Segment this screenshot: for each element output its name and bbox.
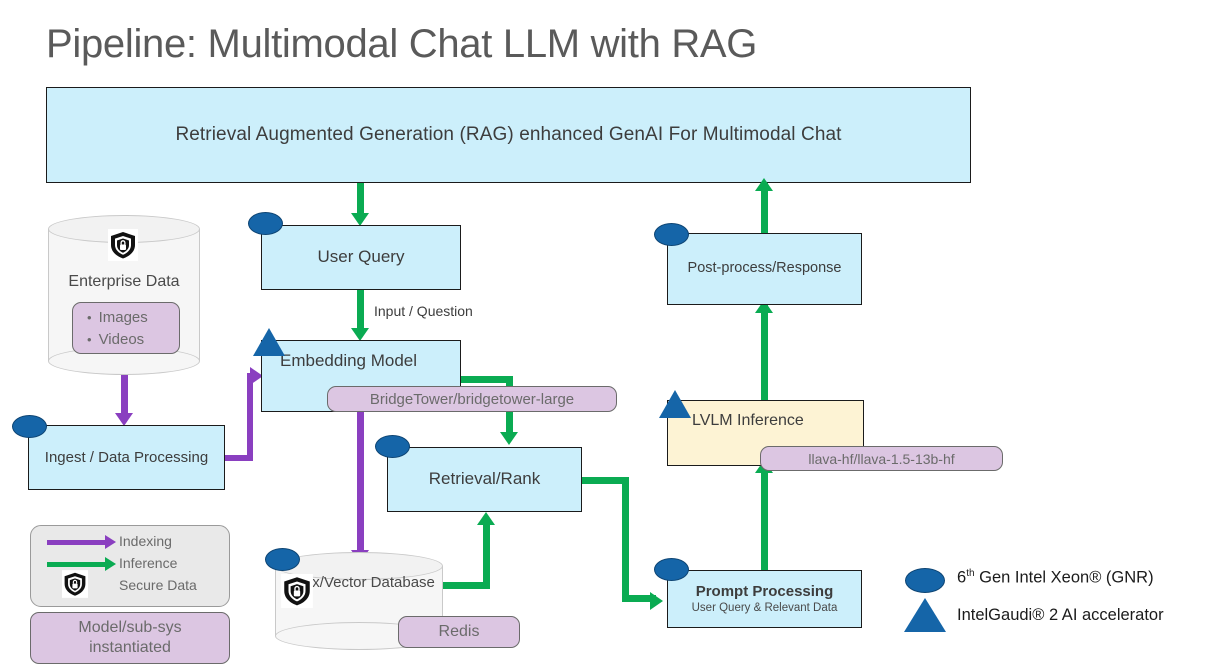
node-prompt-processing: Prompt Processing User Query & Relevant … [667,570,862,628]
legend-chip-line2: instantiated [89,639,171,656]
legend-inference-line [47,562,107,567]
legend-indexing-arrowhead [105,535,116,549]
legend-inference-arrowhead [105,557,116,571]
arrowhead-embedding-to-retrieval [500,432,518,445]
edge-prompt-to-lvlm [761,466,768,572]
legend-xeon-prefix: 6 [957,568,967,587]
node-ingest-data-processing: Ingest / Data Processing [28,425,225,490]
legend-label-xeon: 6th Gen Intel Xeon® (GNR) [957,568,1154,588]
enterprise-data-cylinder: Enterprise Data Images Videos [48,215,200,375]
legend-label-inference: Inference [119,555,178,571]
gaudi-marker-embedding-icon [253,328,285,356]
banner-rag-genai: Retrieval Augmented Generation (RAG) enh… [46,87,971,183]
legend-xeon-marker-icon [905,568,945,593]
edge-retrieval-to-prompt-v [622,477,629,595]
edge-lvlm-to-postprocess [761,305,768,401]
legend-chip-model-instantiated: Model/sub-sys instantiated [30,612,230,664]
prompt-processing-label: Prompt Processing [695,582,834,600]
legend-label-indexing: Indexing [119,533,172,549]
node-user-query: User Query [261,225,461,290]
legend-gaudi-marker-icon [904,598,946,632]
xeon-marker-userquery-icon [248,212,283,235]
enterprise-data-label: Enterprise Data [68,273,180,290]
shield-lock-icon [108,229,138,266]
enterprise-data-media-chip: Images Videos [72,302,180,354]
chip-embedding-model-name: BridgeTower/bridgetower-large [327,386,617,412]
legend-label-secure-data: Secure Data [119,577,197,593]
node-retrieval-rank: Retrieval/Rank [387,447,582,512]
page-title: Pipeline: Multimodal Chat LLM with RAG [46,22,758,66]
edge-ingest-to-embedding-v [247,373,253,461]
edge-banner-to-userquery [357,183,364,217]
chip-redis: Redis [398,616,520,648]
prompt-processing-sublabel: User Query & Relevant Data [691,601,838,614]
diagram-canvas: Pipeline: Multimodal Chat LLM with RAG R… [0,0,1231,669]
arrowhead-postprocess-to-banner [755,178,773,191]
xeon-marker-indexdb-icon [265,548,300,571]
legend-chip-line1: Model/sub-sys [78,619,182,636]
arrowhead-retrieval-to-prompt [650,592,663,610]
edge-indexdb-to-retrieval-v [483,524,490,589]
node-post-process-response: Post-process/Response [667,233,862,305]
legend-xeon-superscript: th [966,568,975,579]
xeon-marker-postprocess-icon [654,223,689,246]
shield-lock-icon [62,570,88,603]
shield-lock-icon [281,574,313,613]
chip-lvlm-model-name: llava-hf/llava-1.5-13b-hf [760,446,1003,471]
xeon-marker-retrieval-icon [375,435,410,458]
xeon-marker-prompt-icon [654,558,689,581]
legend-indexing-line [47,540,107,545]
legend-xeon-rest: Gen Intel Xeon® (GNR) [974,568,1154,587]
edge-label-input-question: Input / Question [374,303,473,319]
xeon-marker-ingest-icon [12,415,47,438]
arrowhead-indexdb-to-retrieval [477,512,495,525]
gaudi-marker-lvlm-icon [659,390,691,418]
media-item-images: Images [87,307,179,329]
legend-label-gaudi: IntelGaudi® 2 AI accelerator [957,606,1164,624]
edge-embedding-to-indexdb [357,412,364,557]
media-item-videos: Videos [87,329,179,351]
